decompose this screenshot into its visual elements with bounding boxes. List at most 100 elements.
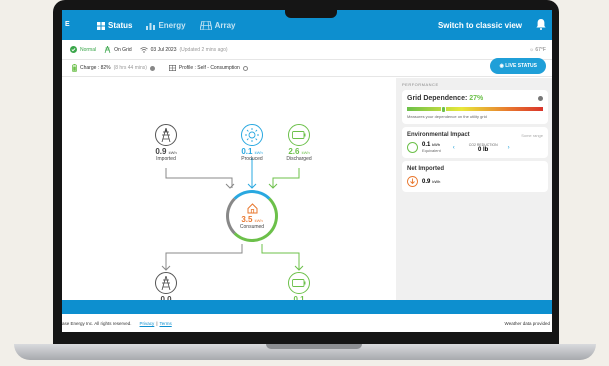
env-head: Environmental Impact Some range [407,132,543,138]
info-icon[interactable] [149,65,155,71]
profile-gear-icon[interactable] [242,65,248,71]
grid-squares-icon [97,21,105,30]
consumed-unit: kWh [254,217,263,223]
grid-dependence-title: Grid Dependence: 27% [407,95,483,102]
grid-dependence-desc: Measures your dependence on the utility … [407,114,487,119]
live-status-button[interactable]: ◉ LIVE STATUS [490,58,546,74]
produced-unit: kWh [254,150,263,155]
net-value: 0.9 [422,178,431,185]
consumed-value-row: 3.5 kWh [241,215,262,224]
grid-dependence-gauge [407,105,543,113]
switch-classic-link[interactable]: Switch to classic view [438,21,522,30]
charge-bar: Charge : 82% (8 hrs 44 mins) Profile : S… [62,58,552,77]
bottom-banner [62,300,552,314]
arrow-down-circle-icon [407,176,418,187]
performance-panel: PERFORMANCE Grid Dependence: 27% Measure… [396,78,552,304]
app-logo: E [65,21,70,28]
battery-icon [288,272,310,294]
weather-temp: 67°F [535,47,546,53]
net-imported-card[interactable]: Net Imported 0.9 kWh [402,161,548,192]
grid-status: On Grid [104,46,132,53]
net-title: Net Imported [407,166,445,172]
footer-weather-credit: Weather data provided [504,320,550,326]
env-title: Environmental Impact [407,132,470,138]
co2-label: CO2 REDUCTION [468,142,498,147]
profile-info: Profile : Self - Consumption [168,65,248,71]
grid-dependence-card[interactable]: Grid Dependence: 27% Measures your depen… [402,90,548,124]
imported-value-row: 0.9 kWh [148,147,184,156]
discharged-unit: kWh [301,150,310,155]
consumed-value: 3.5 [241,214,253,224]
tab-array[interactable]: Array [199,21,236,30]
consumed-ring: 3.5 kWh Consumed [226,190,278,242]
system-status: Normal [70,46,96,53]
status-updated: (Updated 2 mins ago) [179,46,228,53]
laptop-frame: E Status Energy Array Switch to classic … [0,0,609,366]
discharged-node[interactable]: 2.6 kWh Discharged [281,124,317,162]
env-unit: kWh [432,142,441,147]
env-value-block: 0.1 kWh Equivalent [422,142,441,153]
check-circle-icon [70,46,77,53]
connection-status: 03 Jul 2023 (Updated 2 mins ago) [139,46,228,53]
tab-status-label: Status [108,21,133,30]
produced-value-row: 0.1 kWh [234,147,270,156]
co2-block: CO2 REDUCTION 0 lb [469,143,498,153]
grid-dependence-head: Grid Dependence: 27% [407,95,543,102]
live-status-label: LIVE STATUS [505,63,537,69]
main-nav: Status Energy Array [97,21,235,30]
camera-notch [285,2,337,18]
discharged-label: Discharged [286,156,312,162]
status-date: 03 Jul 2023 [150,46,177,53]
footer: ase Energy Inc. All rights reserved. Pri… [62,314,552,332]
net-unit: kWh [432,179,441,184]
profile-grid-icon [168,65,176,71]
tab-energy[interactable]: Energy [146,21,186,30]
solar-panel-icon [199,21,212,30]
net-row: 0.9 kWh [407,176,543,187]
tab-status[interactable]: Status [97,21,132,30]
charge-label: Charge : 82% [80,65,111,71]
grid-dependence-label: Grid Dependence: [407,95,468,102]
status-grid: On Grid [114,46,132,53]
profile-label: Profile : Self - Consumption [178,65,240,71]
bar-chart-icon [146,22,156,30]
footer-terms-link[interactable]: Terms [159,321,171,326]
laptop-groove [266,344,362,349]
discharged-value: 2.6 [288,147,300,156]
wifi-icon [139,46,148,53]
imported-unit: kWh [168,150,177,155]
imported-value: 0.9 [155,147,167,156]
produced-value: 0.1 [241,147,253,156]
chevron-left-icon[interactable]: ‹ [453,145,455,151]
co2-value: 0 lb [478,146,489,153]
sun-icon: ☼ [529,47,534,53]
env-link[interactable]: Some range [521,133,543,138]
imported-node[interactable]: 0.9 kWh Imported [148,124,184,162]
env-body: 0.1 kWh Equivalent ‹ CO2 REDUCTION 0 lb … [407,142,543,153]
grid-dependence-value: 27% [469,95,484,102]
energy-flow-diagram: 0.9 kWh Imported 0.1 kWh Produced 2.6 kW… [62,78,396,304]
performance-header: PERFORMANCE [402,82,439,87]
footer-copyright: ase Energy Inc. All rights reserved. [62,320,132,326]
bell-icon[interactable] [536,18,546,30]
tab-energy-label: Energy [158,21,186,30]
main-area: 0.9 kWh Imported 0.1 kWh Produced 2.6 kW… [62,78,552,304]
power-tower-icon [155,124,177,146]
leaf-icon [407,142,418,153]
produced-node[interactable]: 0.1 kWh Produced [234,124,270,162]
consumed-label: Consumed [239,223,265,230]
settings-icon[interactable] [538,96,543,101]
footer-privacy-link[interactable]: Privacy [140,321,155,326]
environmental-impact-card[interactable]: Environmental Impact Some range 0.1 kWh … [402,127,548,158]
app-screen: E Status Energy Array Switch to classic … [62,10,552,332]
tab-array-label: Array [214,21,236,30]
laptop-base [14,344,596,360]
power-tower-icon [155,272,177,294]
charge-info: Charge : 82% (8 hrs 44 mins) [72,64,155,72]
env-sub: Equivalent [422,148,441,153]
sun-icon [241,124,263,146]
charge-time: (8 hrs 44 mins) [113,65,147,71]
chevron-right-icon[interactable]: › [508,145,510,151]
consumed-node[interactable]: 3.5 kWh Consumed [226,190,278,242]
imported-label: Imported [156,156,176,162]
